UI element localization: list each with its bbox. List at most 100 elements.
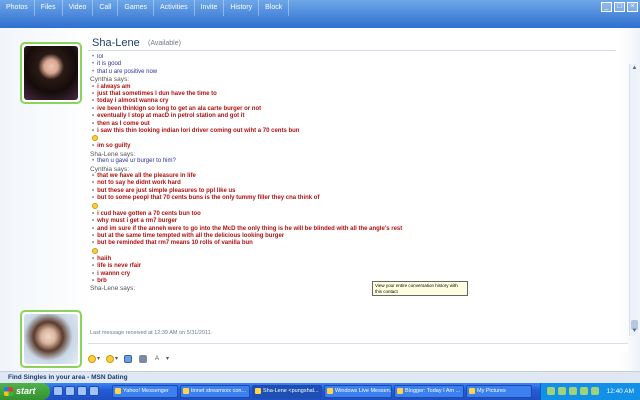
smile-button[interactable]: ▾	[88, 354, 100, 363]
close-button[interactable]: ×	[627, 2, 638, 12]
taskbar-task[interactable]: Yahoo! Messenger	[112, 385, 178, 398]
task-label: Blogger: Today I Am ...	[405, 388, 461, 394]
voice-clip-button[interactable]	[139, 354, 148, 363]
message-text: i wannn cry	[97, 270, 131, 277]
message-text: i saw this thin looking indian lori driv…	[97, 128, 300, 135]
taskbar-task[interactable]: Windows Live Messen...	[324, 385, 392, 398]
taskbar-task[interactable]: My Pictures	[466, 385, 532, 398]
scroll-up-icon[interactable]: ▲	[630, 64, 639, 73]
menu-item-photos[interactable]: Photos	[0, 0, 35, 16]
quick-launch-icon[interactable]	[89, 386, 99, 396]
task-label: tinnet streamxxx con...	[191, 388, 247, 394]
history-tooltip: View your entire conversation history wi…	[372, 281, 468, 296]
message-line: • im so guilty	[86, 143, 616, 150]
wink-button[interactable]: ▾	[106, 354, 118, 363]
menu-item-invite[interactable]: Invite	[195, 0, 225, 16]
quick-launch-icon[interactable]	[53, 386, 63, 396]
bullet-icon: •	[92, 210, 95, 217]
nudge-button[interactable]	[124, 354, 133, 363]
my-avatar[interactable]	[20, 310, 82, 368]
bullet-icon: •	[92, 113, 95, 120]
quick-launch	[53, 386, 99, 396]
sender-label: Sha-Lene says:	[90, 285, 136, 293]
message-line: • life is neve rfair	[86, 263, 616, 270]
menu-item-block[interactable]: Block	[259, 0, 290, 16]
message-line: • not to say he didnt work hard	[86, 180, 616, 187]
bullet-icon: •	[92, 225, 95, 232]
tray-icon[interactable]	[591, 387, 599, 395]
task-label: My Pictures	[477, 388, 506, 394]
taskbar-task[interactable]: Sha-Lene <pungshal...	[252, 385, 322, 398]
message-line: • it is good	[86, 61, 616, 68]
task-label: Sha-Lene <pungshal...	[263, 388, 319, 394]
menu-item-activities[interactable]: Activities	[154, 0, 195, 16]
message-text: im so guilty	[97, 143, 131, 150]
contact-avatar[interactable]	[20, 42, 82, 104]
bullet-icon: •	[92, 263, 95, 270]
voice-clip-icon	[139, 354, 148, 363]
menu-item-files[interactable]: Files	[35, 0, 63, 16]
message-line: • i cud have gotten a 70 cents bun too	[86, 211, 616, 218]
bullet-icon: •	[92, 187, 95, 194]
message-text: that we have all the pleasure in life	[97, 173, 196, 180]
message-line: • but to some peopl that 70 cents buns is…	[86, 195, 616, 202]
task-app-icon	[327, 388, 333, 394]
bullet-icon: •	[92, 218, 95, 225]
taskbar-task[interactable]: tinnet streamxxx con...	[180, 385, 250, 398]
contact-name[interactable]: Sha-Lene	[92, 37, 140, 49]
message-line	[86, 247, 616, 256]
tray-icon[interactable]	[547, 387, 555, 395]
header-divider	[88, 50, 616, 51]
message-input[interactable]	[88, 343, 628, 352]
menu-item-games[interactable]: Games	[118, 0, 154, 16]
menu-item-video[interactable]: Video	[63, 0, 94, 16]
message-line	[86, 135, 616, 143]
bullet-icon: •	[92, 61, 95, 68]
tray-icon[interactable]	[569, 387, 577, 395]
menu-item-history[interactable]: History	[224, 0, 260, 16]
quick-launch-icon[interactable]	[77, 386, 87, 396]
message-line: • and im sure if the anneh were to go int…	[86, 226, 616, 233]
start-button[interactable]: start	[0, 383, 50, 400]
message-text: why must i get a rm7 burger	[97, 218, 178, 225]
message-text: and im sure if the anneh were to go into…	[97, 225, 403, 232]
conversation-pane: Sha-Lene (Available) • lol • it is good • tha…	[0, 28, 640, 371]
sender-label: Sha-Lene says:	[90, 150, 136, 158]
tray-icon[interactable]	[580, 387, 588, 395]
minimize-button[interactable]: _	[601, 2, 612, 12]
window-buttons: _ □ ×	[601, 2, 638, 12]
message-line: • why must i get a rm7 burger	[86, 218, 616, 225]
smile-icon	[88, 354, 96, 363]
maximize-button[interactable]: □	[614, 2, 625, 12]
message-text: ive been thinkign so long to get an ala …	[97, 105, 262, 112]
bullet-icon: •	[92, 54, 95, 60]
bullet-icon: •	[92, 143, 95, 150]
scroll-down-icon[interactable]: ▼	[630, 327, 639, 336]
ad-link[interactable]: Find Singles in your area - MSN Dating	[8, 374, 128, 381]
nudge-icon	[124, 354, 133, 363]
toolbar-label: A	[155, 355, 160, 362]
conversation-scrollbar[interactable]: ▲ ▼	[629, 64, 638, 336]
task-label: Windows Live Messen...	[335, 388, 392, 394]
menubar-items: Photos Files Video Call Games Activities Invit…	[0, 0, 290, 16]
tray-icon[interactable]	[558, 387, 566, 395]
taskbar-task[interactable]: Blogger: Today I Am ...	[394, 385, 464, 398]
start-label: start	[16, 386, 36, 396]
message-line: • haiih	[86, 256, 616, 263]
message-text: but to some peopl that 70 cents buns is …	[97, 195, 320, 202]
bullet-icon: •	[92, 98, 95, 105]
my-photo	[24, 314, 78, 364]
font-color-button[interactable]: ▾	[165, 355, 169, 362]
tray-icons	[547, 387, 599, 395]
font-button[interactable]: A	[154, 356, 159, 362]
menu-item-call[interactable]: Call	[93, 0, 119, 16]
bullet-icon: •	[92, 128, 95, 135]
message-text: i always am	[97, 83, 131, 90]
bullet-icon: •	[92, 270, 95, 277]
message-text: it is good	[97, 61, 122, 68]
bullet-icon: •	[92, 120, 95, 127]
smiley-emoticon-icon	[92, 135, 98, 142]
taskbar: start Yahoo! Messenger tinnet streamxxx c…	[0, 383, 640, 400]
message-line: • eventually I stop at macD in petrol sta…	[86, 113, 616, 120]
quick-launch-icon[interactable]	[65, 386, 75, 396]
